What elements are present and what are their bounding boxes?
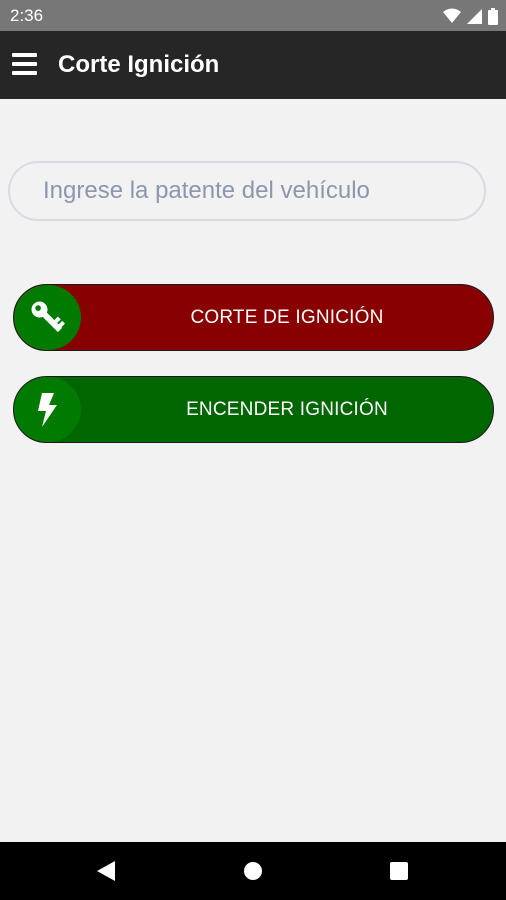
hamburger-menu-icon[interactable] <box>12 52 38 76</box>
status-time: 2:36 <box>10 6 44 25</box>
cut-ignition-label: CORTE DE IGNICIÓN <box>190 307 384 328</box>
lightning-bolt-icon <box>14 377 81 442</box>
key-icon <box>14 285 81 350</box>
start-ignition-label: ENCENDER IGNICIÓN <box>186 399 388 420</box>
status-icons <box>443 7 498 25</box>
license-plate-input[interactable] <box>8 161 486 221</box>
status-bar: 2:36 <box>0 0 506 31</box>
back-icon[interactable] <box>76 842 136 900</box>
battery-icon <box>488 7 498 25</box>
app-bar: Corte Ignición <box>0 31 506 99</box>
cut-ignition-button[interactable]: CORTE DE IGNICIÓN <box>13 284 494 351</box>
navigation-bar <box>0 842 506 900</box>
start-ignition-button[interactable]: ENCENDER IGNICIÓN <box>13 376 494 443</box>
cell-signal-icon <box>467 8 482 24</box>
page-title: Corte Ignición <box>58 51 220 78</box>
wifi-icon <box>443 8 461 24</box>
home-icon[interactable] <box>223 842 283 900</box>
recents-icon[interactable] <box>369 842 429 900</box>
